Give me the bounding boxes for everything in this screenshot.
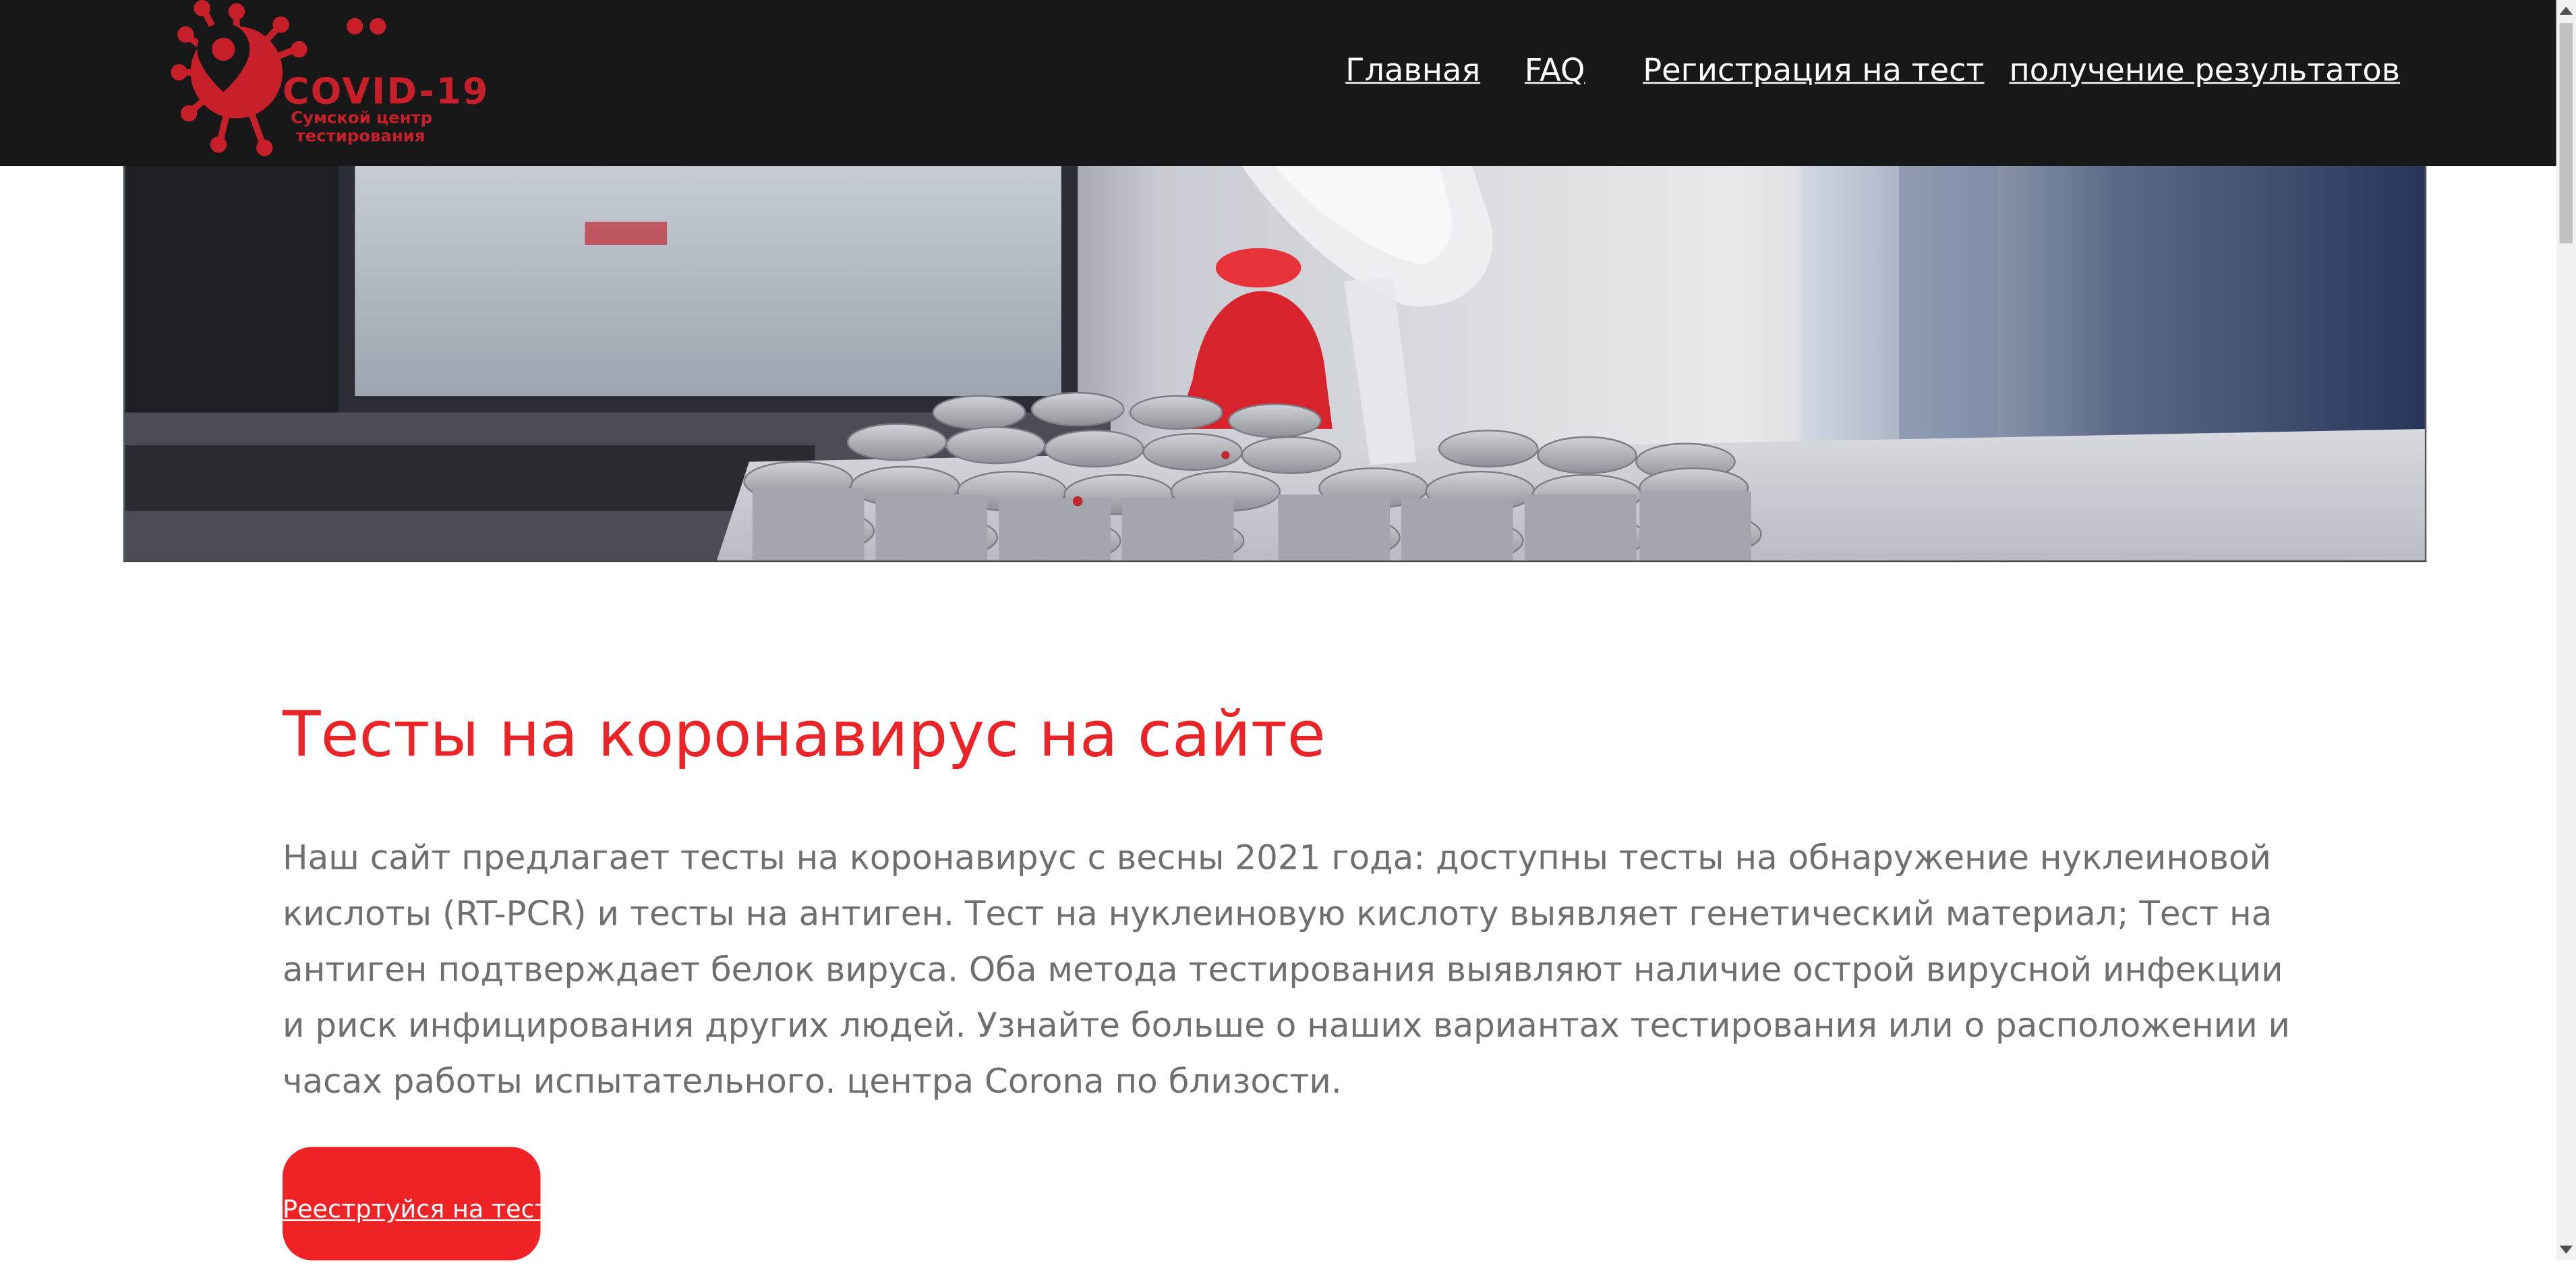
nav-link-register[interactable]: Регистрация на тест [1643, 49, 1984, 92]
vertical-scrollbar[interactable] [2556, 0, 2576, 1261]
page: COVID-19 Сумской центр тестирования Глав… [0, 0, 2576, 1261]
nav-link-home[interactable]: Главная [1345, 49, 1480, 92]
scroll-up-arrow-icon[interactable] [2559, 6, 2573, 15]
nav-link-results[interactable]: получение результатов [2009, 49, 2400, 92]
nav-link-faq[interactable]: FAQ [1525, 49, 1585, 92]
intro-paragraph: Наш сайт предлагает тесты на коронавирус… [283, 838, 2291, 1101]
site-header: COVID-19 Сумской центр тестирования Глав… [0, 0, 2556, 167]
main-nav: Главная FAQ Регистрация на тест получени… [0, 49, 2556, 98]
logo-subtitle-line1: Сумской центр [291, 110, 433, 129]
scroll-thumb[interactable] [2559, 23, 2573, 243]
lab-test-tubes-photo [125, 166, 2425, 561]
hero-banner [123, 166, 2427, 563]
logo-subtitle-line2: тестирования [295, 128, 426, 146]
scroll-down-arrow-icon[interactable] [2559, 1245, 2573, 1254]
register-test-button[interactable]: Реестртуйся на тест [283, 1147, 549, 1261]
page-title: Тесты на коронавирус на сайте [283, 698, 1326, 771]
